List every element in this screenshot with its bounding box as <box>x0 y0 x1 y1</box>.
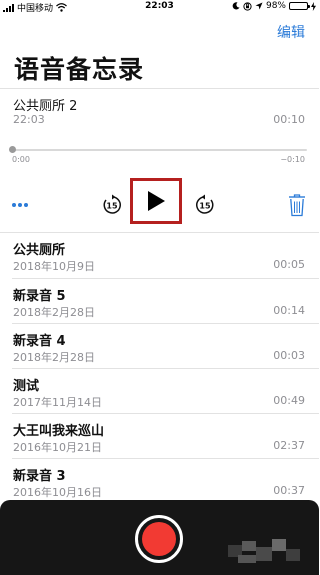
recording-name: 公共厕所 <box>13 243 66 258</box>
recording-duration: 00:14 <box>273 304 305 317</box>
recording-name: 大王叫我来巡山 <box>13 424 105 439</box>
recording-date: 2018年2月28日 <box>13 351 95 364</box>
more-options-icon[interactable] <box>12 195 30 215</box>
watermark-mosaic <box>228 537 308 567</box>
recording-row[interactable]: 新录音 4 2018年2月28日 00:03 <box>0 324 319 370</box>
record-button[interactable] <box>135 515 183 563</box>
recording-row[interactable]: 大王叫我来巡山 2016年10月21日 02:37 <box>0 414 319 460</box>
recording-duration: 00:03 <box>273 349 305 362</box>
recording-date: 2016年10月21日 <box>13 441 102 454</box>
recording-name: 新录音 5 <box>13 289 66 304</box>
recording-row[interactable]: 公共厕所 2018年10月9日 00:05 <box>0 233 319 279</box>
remaining-time: −0:10 <box>280 155 305 164</box>
record-dot-icon <box>142 522 176 556</box>
expanded-recording-time: 22:03 <box>13 113 45 126</box>
skip-back-15-icon[interactable]: 15 <box>101 194 123 216</box>
skip-back-label: 15 <box>106 202 118 211</box>
edit-button[interactable]: 编辑 <box>277 22 305 42</box>
recording-date: 2017年11月14日 <box>13 396 102 409</box>
location-icon <box>255 2 263 10</box>
divider <box>0 88 319 89</box>
status-bar: 中国移动 22:03 98% <box>0 0 319 14</box>
recording-date: 2018年10月9日 <box>13 260 95 273</box>
recording-name: 新录音 4 <box>13 334 66 349</box>
expanded-recording-duration: 00:10 <box>273 113 305 126</box>
skip-forward-15-icon[interactable]: 15 <box>194 194 216 216</box>
recording-date: 2016年10月16日 <box>13 486 102 499</box>
playback-scrubber[interactable] <box>9 146 307 153</box>
recording-duration: 02:37 <box>273 439 305 452</box>
recording-duration: 00:05 <box>273 258 305 271</box>
recording-row[interactable]: 测试 2017年11月14日 00:49 <box>0 369 319 415</box>
elapsed-time: 0:00 <box>12 155 30 164</box>
page-title: 语音备忘录 <box>14 55 145 84</box>
recording-date: 2018年2月28日 <box>13 306 95 319</box>
play-button-highlight[interactable] <box>130 178 182 224</box>
recording-name: 测试 <box>13 379 40 394</box>
trash-icon[interactable] <box>288 193 306 217</box>
recording-duration: 00:37 <box>273 484 305 497</box>
charging-icon <box>311 1 316 11</box>
play-icon[interactable] <box>146 190 166 212</box>
expanded-recording-name[interactable]: 公共厕所 2 <box>13 95 77 114</box>
orientation-lock-icon <box>243 1 252 11</box>
moon-icon <box>232 2 240 10</box>
recording-name: 新录音 3 <box>13 469 66 484</box>
battery-icon <box>289 2 310 10</box>
scrubber-knob[interactable] <box>9 146 16 153</box>
recording-row[interactable]: 新录音 5 2018年2月28日 00:14 <box>0 279 319 325</box>
status-right: 98% <box>232 1 316 11</box>
skip-forward-label: 15 <box>199 202 211 211</box>
recording-duration: 00:49 <box>273 394 305 407</box>
battery-percent: 98% <box>265 1 286 11</box>
recording-row[interactable]: 新录音 3 2016年10月16日 00:37 <box>0 459 319 505</box>
